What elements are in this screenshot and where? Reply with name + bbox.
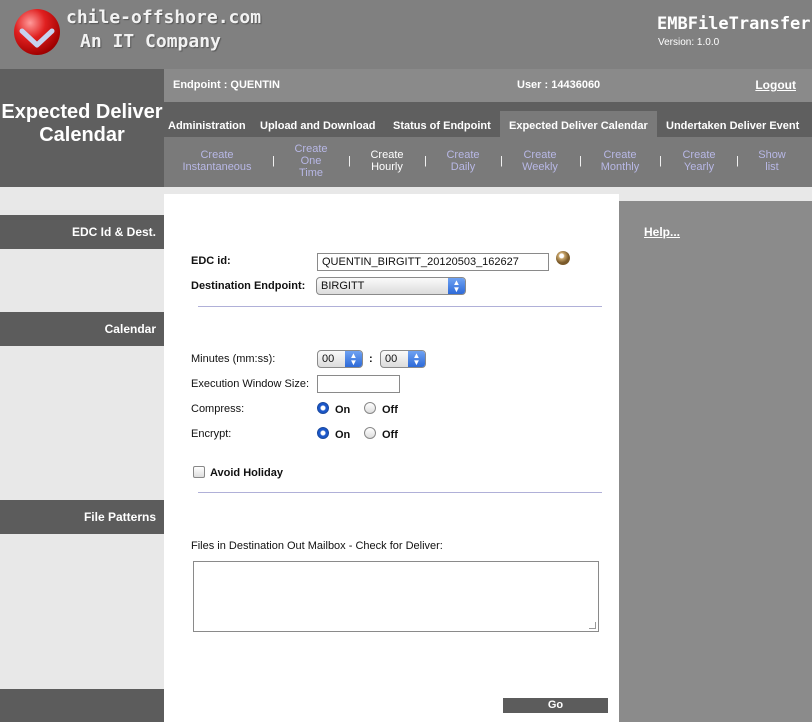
minutes-ss-value: 00: [385, 353, 398, 365]
subnav-line: Weekly: [522, 161, 558, 173]
subnav-separator: |: [579, 155, 582, 167]
divider: [198, 492, 602, 493]
top-header: chile-offshore.com An IT Company EMBFile…: [0, 0, 812, 69]
subnav-line: Monthly: [600, 161, 640, 173]
minutes-label: Minutes (mm:ss):: [191, 353, 276, 365]
left-sidebar: EDC Id & Dest. Calendar File Patterns: [0, 187, 164, 722]
subnav-create-one-time[interactable]: Create One Time: [286, 143, 336, 179]
subnav-line: Instantaneous: [182, 161, 252, 173]
sub-nav: Create Instantaneous | Create One Time |…: [164, 137, 812, 187]
subnav-line: Create: [603, 149, 637, 161]
execution-window-label: Execution Window Size:: [191, 378, 309, 390]
avoid-holiday-checkbox[interactable]: [193, 466, 205, 478]
subnav-separator: |: [424, 155, 427, 167]
subnav-line: Create: [682, 149, 716, 161]
avoid-holiday-label: Avoid Holiday: [210, 467, 283, 479]
destination-endpoint-label: Destination Endpoint:: [191, 280, 306, 292]
subnav-show-list[interactable]: Show list: [752, 149, 792, 173]
compress-on-radio[interactable]: [317, 402, 329, 414]
updown-arrow-icon: ▲ ▼: [408, 351, 425, 367]
app-title: EMBFileTransfer: [657, 14, 811, 34]
logout-link[interactable]: Logout: [755, 78, 796, 92]
tab-upload-and-download[interactable]: Upload and Download: [260, 111, 376, 137]
compress-label: Compress:: [191, 403, 245, 415]
right-gap: [619, 194, 812, 201]
subnav-create-daily[interactable]: Create Daily: [438, 149, 488, 173]
subnav-line: Create: [446, 149, 480, 161]
encrypt-label: Encrypt:: [191, 428, 232, 440]
logo-icon: [14, 9, 60, 55]
form-panel: EDC id: QUENTIN_BIRGITT_20120503_162627 …: [164, 194, 619, 722]
subnav-line: Create: [370, 149, 404, 161]
subnav-separator: |: [736, 155, 739, 167]
section-calendar: Calendar: [0, 312, 164, 346]
go-button[interactable]: Go: [503, 698, 608, 713]
compress-on-label: On: [335, 404, 351, 416]
section-file-patterns: File Patterns: [0, 500, 164, 534]
compress-off-radio[interactable]: [364, 402, 376, 414]
edc-id-label: EDC id:: [191, 255, 231, 267]
compress-off-label: Off: [382, 404, 398, 416]
subnav-separator: |: [272, 155, 275, 167]
encrypt-on-radio[interactable]: [317, 427, 329, 439]
brand-tagline: An IT Company: [80, 31, 221, 52]
subnav-line: Show: [758, 149, 786, 161]
subnav-create-yearly[interactable]: Create Yearly: [674, 149, 724, 173]
subnav-separator: |: [500, 155, 503, 167]
tab-administration[interactable]: Administration: [168, 111, 246, 137]
info-bar: Endpoint : QUENTIN User : 14436060 Logou…: [164, 69, 812, 102]
minutes-ss-select[interactable]: 00 ▲ ▼: [380, 350, 426, 368]
edc-id-input[interactable]: QUENTIN_BIRGITT_20120503_162627: [317, 253, 549, 271]
destination-endpoint-select[interactable]: BIRGITT ▲ ▼: [316, 277, 466, 295]
subnav-line: Hourly: [371, 161, 403, 173]
minutes-mm-select[interactable]: 00 ▲ ▼: [317, 350, 363, 368]
subnav-create-monthly[interactable]: Create Monthly: [594, 149, 646, 173]
execution-window-input[interactable]: [317, 375, 400, 393]
section-edc-id-dest: EDC Id & Dest.: [0, 215, 164, 249]
tab-undertaken-deliver-event[interactable]: Undertaken Deliver Event: [666, 111, 799, 137]
subnav-line: Time: [298, 167, 324, 179]
subnav-line: list: [765, 161, 779, 173]
encrypt-off-label: Off: [382, 429, 398, 441]
subnav-line: Yearly: [683, 161, 715, 173]
minutes-separator: :: [369, 353, 373, 365]
subnav-create-hourly[interactable]: Create Hourly: [362, 149, 412, 173]
subnav-line: Create: [200, 149, 234, 161]
subnav-create-weekly[interactable]: Create Weekly: [515, 149, 565, 173]
endpoint-label: Endpoint : QUENTIN: [173, 79, 280, 91]
main-nav: Administration Upload and Download Statu…: [164, 111, 812, 137]
subnav-separator: |: [348, 155, 351, 167]
minutes-mm-value: 00: [322, 353, 335, 365]
subnav-line: Create: [523, 149, 557, 161]
subnav-line: Create: [294, 143, 328, 155]
right-panel: Help...: [619, 201, 812, 722]
page-title: Expected Deliver Calendar: [1, 101, 163, 146]
app-version: Version: 1.0.0: [658, 37, 720, 48]
subnav-create-instantaneous[interactable]: Create Instantaneous: [177, 149, 257, 173]
sidebar-footer: [0, 689, 164, 722]
subnav-separator: |: [659, 155, 662, 167]
user-label: User : 14436060: [517, 79, 601, 91]
info-icon[interactable]: [556, 251, 570, 265]
subnav-line: Daily: [450, 161, 476, 173]
destination-endpoint-value: BIRGITT: [321, 280, 365, 292]
brand-name: chile-offshore.com: [66, 7, 262, 28]
tab-expected-deliver-calendar[interactable]: Expected Deliver Calendar: [500, 111, 657, 137]
updown-arrow-icon: ▲ ▼: [345, 351, 362, 367]
resize-grip-icon[interactable]: [589, 622, 596, 629]
encrypt-on-label: On: [335, 429, 351, 441]
subnav-line: One: [300, 155, 322, 167]
updown-arrow-icon: ▲ ▼: [448, 278, 465, 294]
divider: [198, 306, 602, 307]
files-label: Files in Destination Out Mailbox - Check…: [191, 540, 443, 552]
files-textarea[interactable]: [193, 561, 599, 632]
tab-status-of-endpoint[interactable]: Status of Endpoint: [393, 111, 491, 137]
encrypt-off-radio[interactable]: [364, 427, 376, 439]
help-link[interactable]: Help...: [644, 225, 680, 239]
